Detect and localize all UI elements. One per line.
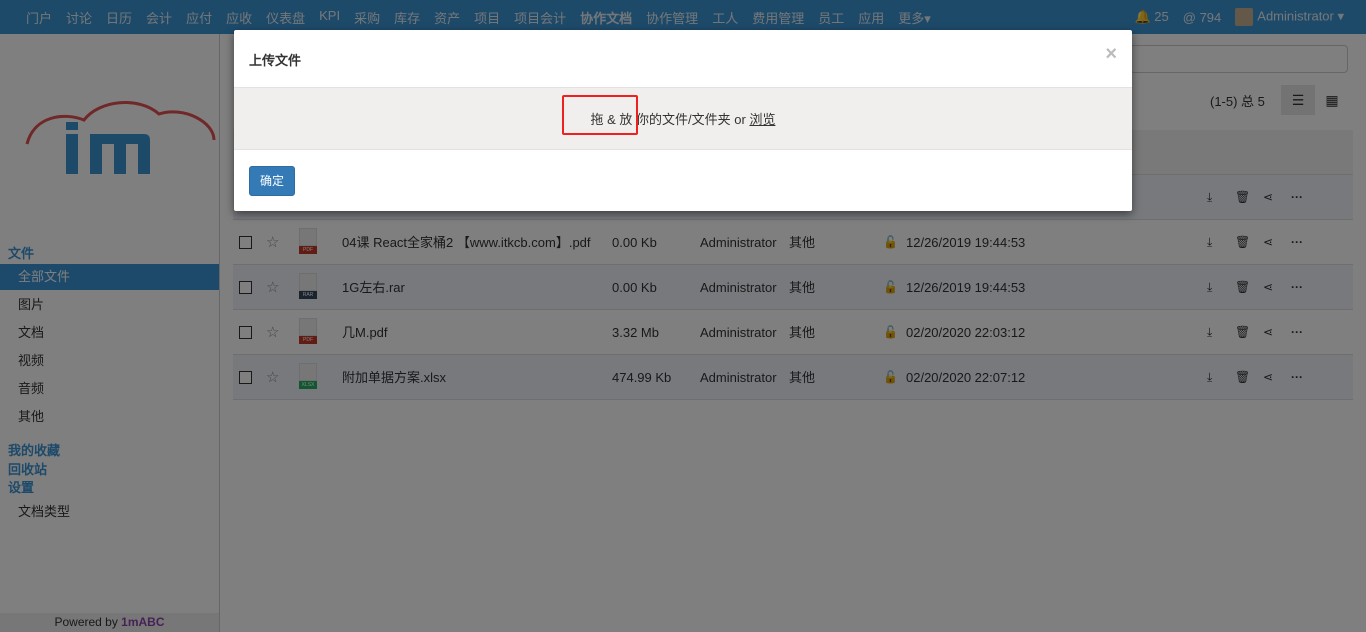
upload-dialog: 上传文件 × 拖 & 放 你的文件/文件夹 or 浏览 确定 [234,30,1132,211]
drop-zone[interactable]: 拖 & 放 你的文件/文件夹 or 浏览 [234,87,1132,150]
dialog-title: 上传文件 [249,53,302,68]
close-icon[interactable]: × [1105,43,1117,66]
confirm-button[interactable]: 确定 [249,166,295,196]
highlight-box [562,95,638,135]
browse-link[interactable]: 浏览 [749,112,775,127]
